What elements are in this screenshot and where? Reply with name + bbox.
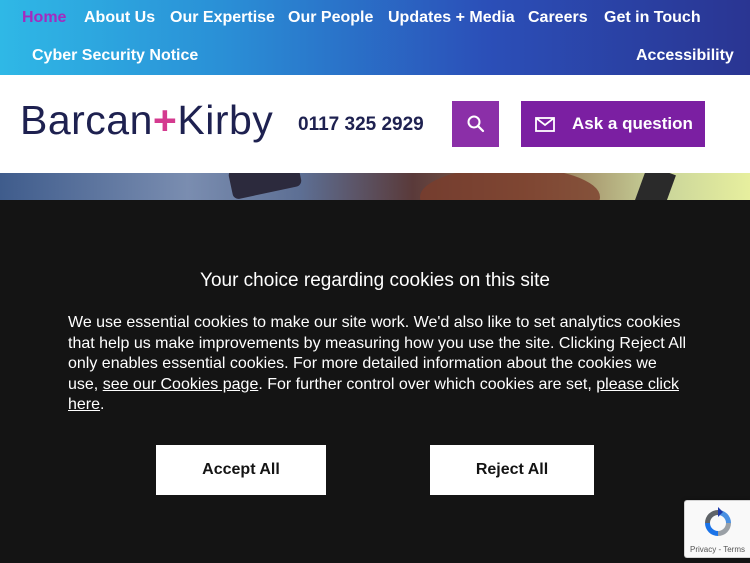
cookie-consent-banner: Your choice regarding cookies on this si…: [0, 200, 750, 563]
nav-our-expertise[interactable]: Our Expertise: [170, 9, 275, 27]
hero-image: [0, 173, 750, 200]
accept-all-button[interactable]: Accept All: [156, 445, 326, 495]
top-navigation: Home About Us Our Expertise Our People U…: [0, 0, 750, 75]
recaptcha-icon: [705, 507, 731, 536]
nav-about-us[interactable]: About Us: [84, 9, 155, 27]
nav-our-people[interactable]: Our People: [288, 9, 373, 27]
hero-shape: [634, 173, 676, 200]
ask-a-question-label: Ask a question: [572, 114, 693, 133]
reject-all-button[interactable]: Reject All: [430, 445, 594, 495]
recaptcha-links: Privacy - Terms: [685, 545, 750, 554]
recaptcha-badge[interactable]: Privacy - Terms: [684, 500, 750, 558]
cookie-text-part: . For further control over which cookies…: [258, 375, 597, 393]
search-button[interactable]: [452, 101, 499, 147]
recaptcha-terms-link[interactable]: Terms: [723, 545, 745, 554]
nav-careers[interactable]: Careers: [528, 9, 588, 27]
site-header: Barcan+Kirby 0117 325 2929 Ask a questio…: [0, 75, 750, 173]
brand-logo[interactable]: Barcan+Kirby: [20, 97, 273, 144]
logo-text-left: Barcan: [20, 97, 153, 143]
logo-plus: +: [152, 97, 178, 143]
logo-text-right: Kirby: [177, 97, 274, 143]
nav-updates-media[interactable]: Updates + Media: [388, 9, 515, 27]
cookie-text-part: .: [100, 396, 105, 413]
cookie-banner-text: We use essential cookies to make our sit…: [68, 313, 688, 416]
ask-a-question-button[interactable]: Ask a question: [521, 101, 705, 147]
nav-get-in-touch[interactable]: Get in Touch: [604, 9, 701, 27]
hero-shape: [420, 173, 600, 200]
nav-home[interactable]: Home: [22, 9, 66, 27]
envelope-icon: [535, 116, 555, 132]
phone-number[interactable]: 0117 325 2929: [298, 114, 424, 136]
search-icon: [467, 115, 484, 133]
cookies-page-link[interactable]: see our Cookies page: [103, 376, 259, 393]
recaptcha-privacy-link[interactable]: Privacy: [690, 545, 716, 554]
nav-accessibility[interactable]: Accessibility: [636, 47, 734, 65]
cookie-banner-title: Your choice regarding cookies on this si…: [200, 270, 550, 291]
nav-cyber-security-notice[interactable]: Cyber Security Notice: [32, 47, 198, 65]
hero-shape: [227, 173, 303, 200]
